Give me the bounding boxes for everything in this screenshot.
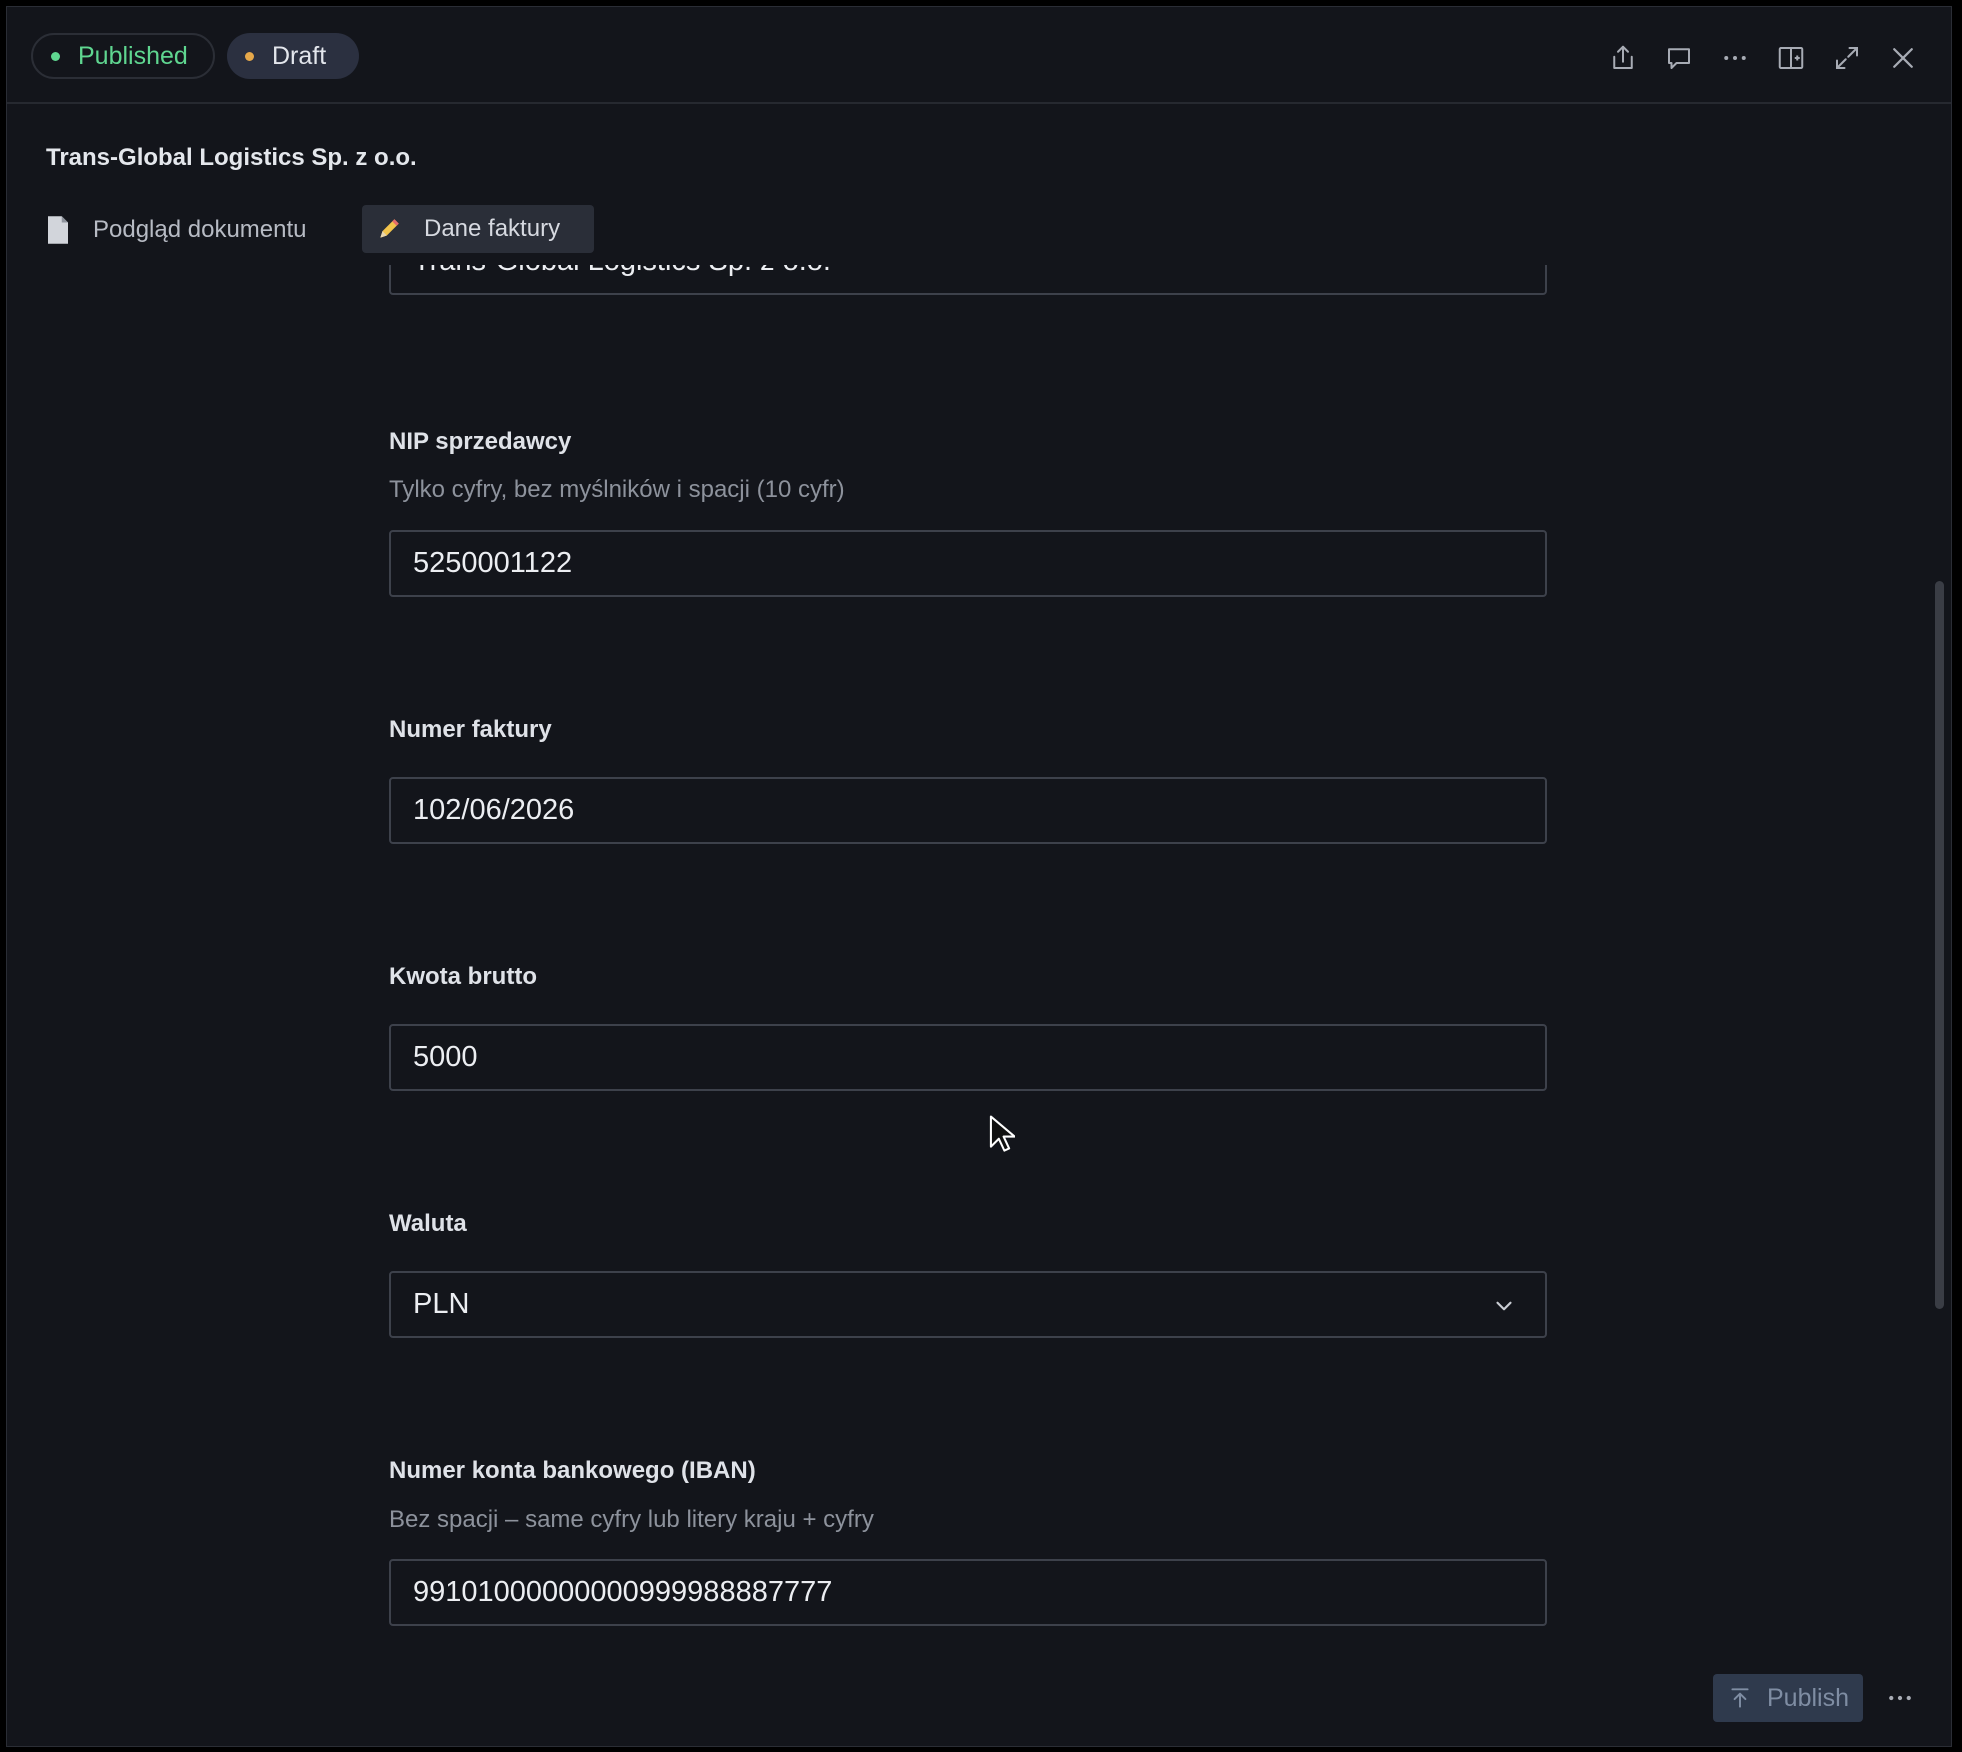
bottom-more-icon[interactable]: [1883, 1683, 1917, 1713]
gross-amount-input[interactable]: [389, 1024, 1547, 1091]
document-icon: [48, 216, 68, 244]
form-scroll-area[interactable]: NIP sprzedawcy Tylko cyfry, bez myślnikó…: [7, 265, 1951, 1746]
status-draft-button[interactable]: Draft: [227, 33, 359, 79]
document-title: Trans-Global Logistics Sp. z o.o.: [46, 144, 417, 171]
more-horizontal-icon[interactable]: [1718, 41, 1752, 75]
publish-label: Publish: [1767, 1683, 1849, 1712]
mouse-cursor-icon: [989, 1115, 1015, 1152]
share-icon[interactable]: [1606, 41, 1640, 75]
tab-invoice-data-label: Dane faktury: [424, 215, 561, 242]
invoice-number-input[interactable]: [389, 777, 1547, 844]
nip-input[interactable]: [389, 530, 1547, 597]
currency-select-value: PLN: [413, 1288, 470, 1320]
chevron-down-icon: [1496, 1301, 1512, 1311]
currency-select[interactable]: PLN: [389, 1271, 1547, 1338]
iban-label: Numer konta bankowego (IBAN): [389, 1457, 756, 1484]
published-dot-icon: [51, 51, 60, 61]
tab-document-preview[interactable]: Podgląd dokumentu: [45, 207, 307, 253]
iban-input[interactable]: [389, 1559, 1547, 1626]
status-published-button[interactable]: Published: [31, 33, 215, 79]
tab-document-preview-label: Podgląd dokumentu: [93, 216, 307, 243]
expand-icon[interactable]: [1830, 41, 1864, 75]
invoice-number-label: Numer faktury: [389, 716, 552, 743]
nip-label: NIP sprzedawcy: [389, 428, 572, 455]
publish-arrow-icon: [1731, 1688, 1749, 1708]
publish-button[interactable]: Publish: [1713, 1674, 1863, 1722]
currency-label: Waluta: [389, 1210, 467, 1237]
draft-dot-icon: [245, 51, 254, 61]
gross-amount-label: Kwota brutto: [389, 963, 537, 990]
comment-icon[interactable]: [1662, 41, 1696, 75]
pencil-icon: [380, 219, 399, 238]
draft-label: Draft: [272, 41, 327, 70]
app-window: Published Draft Trans-Global Logistics S…: [6, 6, 1952, 1747]
nip-hint: Tylko cyfry, bez myślników i spacji (10 …: [389, 476, 845, 503]
top-bar: Published Draft: [7, 7, 1951, 104]
iban-hint: Bez spacji – same cyfry lub litery kraju…: [389, 1506, 874, 1533]
close-icon[interactable]: [1886, 41, 1920, 75]
scrollbar-thumb[interactable]: [1935, 581, 1944, 1309]
split-view-icon[interactable]: [1774, 41, 1808, 75]
tab-invoice-data[interactable]: Dane faktury: [362, 205, 594, 253]
published-label: Published: [78, 41, 188, 70]
seller-name-input[interactable]: [389, 265, 1547, 295]
